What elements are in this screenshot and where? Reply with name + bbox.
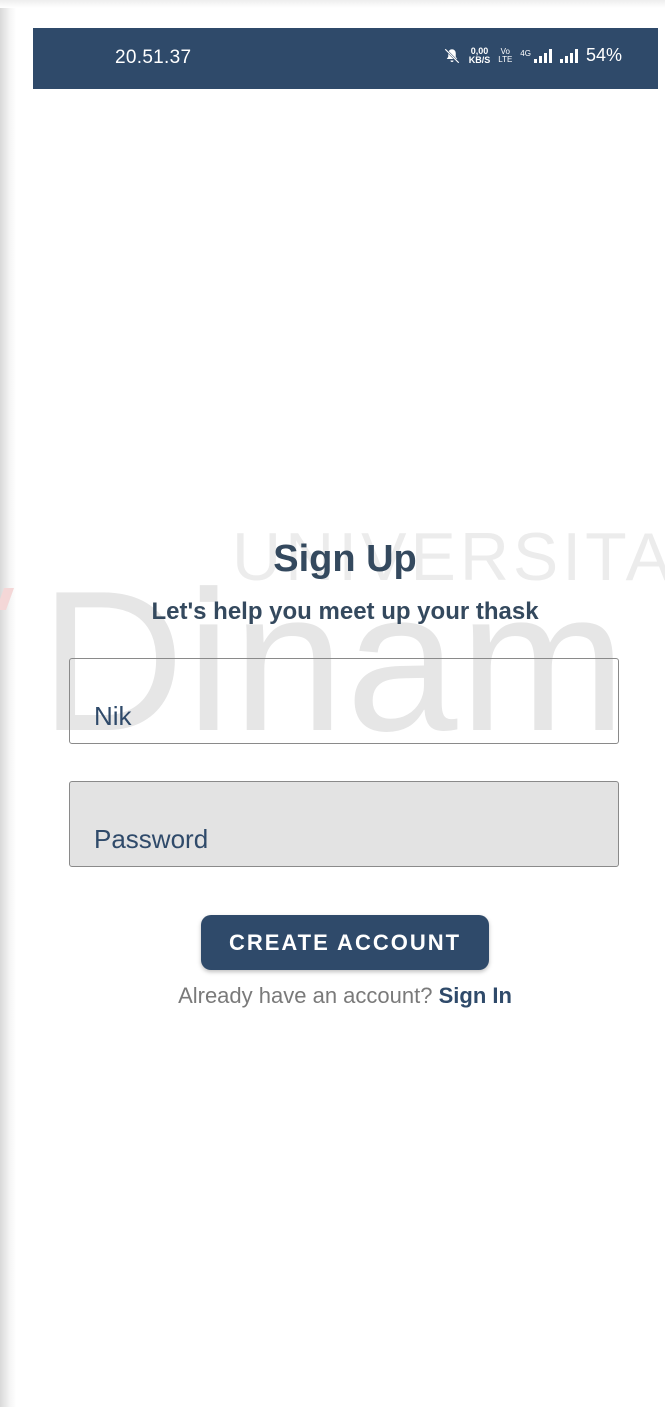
network-speed-unit: KB/S <box>468 54 491 65</box>
password-input[interactable] <box>70 782 618 866</box>
volte-bottom: LTE <box>498 54 513 64</box>
screen-top-edge <box>0 0 665 8</box>
page-subtitle: Let's help you meet up your thask <box>151 598 539 625</box>
nik-field <box>69 658 619 744</box>
password-field <box>69 781 619 867</box>
status-bar: 20.51.37 0,00 KB/S Vo LTE 4G 54% <box>33 28 658 89</box>
mute-icon <box>443 47 461 65</box>
screen-edge-shadow <box>0 0 16 1407</box>
signal-icon <box>559 48 578 63</box>
network-speed: 0,00 KB/S <box>468 46 491 65</box>
signin-prompt-row: Already have an account? Sign In <box>0 983 665 1009</box>
signin-link[interactable]: Sign In <box>439 983 512 1008</box>
network-type: 4G <box>520 48 531 58</box>
create-account-button[interactable]: CREATE ACCOUNT <box>201 915 489 970</box>
battery-level: 54% <box>585 45 622 65</box>
status-time: 20.51.37 <box>115 47 192 68</box>
signal-icon: 4G <box>520 48 552 63</box>
status-icons: 0,00 KB/S Vo LTE 4G 54% <box>443 45 622 66</box>
nik-input[interactable] <box>70 659 618 743</box>
signup-screen: 20.51.37 0,00 KB/S Vo LTE 4G 54% UNIVERS… <box>0 0 665 1407</box>
page-title: Sign Up <box>273 538 417 580</box>
signin-prompt: Already have an account? <box>178 983 433 1008</box>
volte-indicator: Vo LTE <box>498 47 513 64</box>
